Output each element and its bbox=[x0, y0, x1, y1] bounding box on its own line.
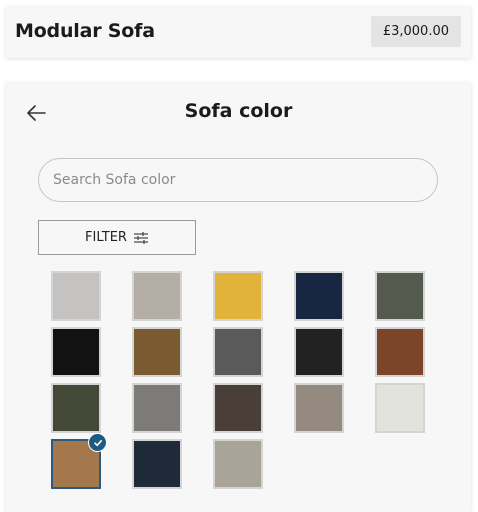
price-badge: £3,000.00 bbox=[370, 16, 461, 47]
swatch-olive-grey[interactable] bbox=[375, 271, 425, 321]
panel-title: Sofa color bbox=[184, 100, 293, 122]
swatch-dark-chocolate[interactable] bbox=[213, 383, 263, 433]
swatch-moss[interactable] bbox=[51, 383, 101, 433]
swatch-tan-brown[interactable] bbox=[132, 327, 182, 377]
swatch-oatmeal-tweed[interactable] bbox=[132, 271, 182, 321]
filter-button[interactable]: FILTER bbox=[38, 220, 196, 255]
swatch-graphite[interactable] bbox=[213, 327, 263, 377]
swatch-dark-slate[interactable] bbox=[132, 439, 182, 489]
swatch-taupe[interactable] bbox=[294, 383, 344, 433]
swatch-navy[interactable] bbox=[294, 271, 344, 321]
sliders-icon bbox=[133, 231, 148, 244]
swatch-charcoal[interactable] bbox=[294, 327, 344, 377]
search-input[interactable] bbox=[38, 158, 438, 202]
swatch-stone-tweed[interactable] bbox=[213, 439, 263, 489]
swatch-warm-grey[interactable] bbox=[132, 383, 182, 433]
color-picker-panel: Sofa color FILTER bbox=[6, 82, 471, 512]
swatch-ivory[interactable] bbox=[375, 383, 425, 433]
swatch-black[interactable] bbox=[51, 327, 101, 377]
product-title: Modular Sofa bbox=[15, 20, 155, 42]
swatch-rust[interactable] bbox=[375, 327, 425, 377]
swatch-camel[interactable] bbox=[51, 433, 107, 489]
swatch-mustard[interactable] bbox=[213, 271, 263, 321]
product-header: Modular Sofa £3,000.00 bbox=[6, 6, 471, 58]
checkmark-icon bbox=[88, 433, 107, 452]
filter-label: FILTER bbox=[85, 230, 127, 245]
swatch-light-grey[interactable] bbox=[51, 271, 101, 321]
